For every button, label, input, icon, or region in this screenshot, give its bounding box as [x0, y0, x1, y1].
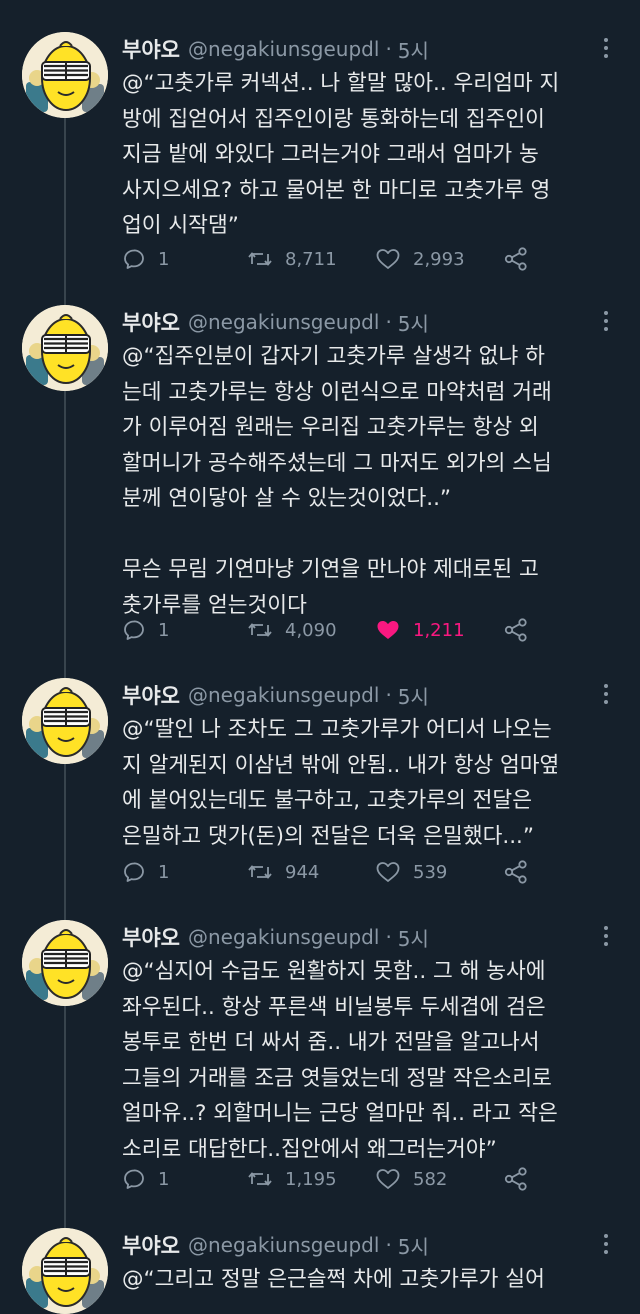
retweet-count: 944 — [285, 861, 320, 883]
reply-button[interactable]: 1 — [122, 860, 247, 884]
more-icon[interactable] — [596, 1230, 616, 1258]
reply-count: 1 — [158, 1168, 170, 1190]
reply-count: 1 — [158, 248, 170, 270]
heart-icon — [375, 247, 413, 271]
like-count: 2,993 — [413, 248, 465, 270]
retweet-count: 8,711 — [285, 248, 337, 270]
share-button[interactable] — [503, 859, 541, 885]
tweet-text: @“고춧가루 커넥션.. 나 할말 많아.. 우리엄마 지 방에 집얻어서 집주… — [122, 71, 560, 238]
reply-icon — [122, 1167, 158, 1191]
retweet-button[interactable]: 1,195 — [247, 1167, 375, 1191]
share-button[interactable] — [503, 617, 541, 643]
like-button[interactable]: 1,211 — [375, 618, 503, 642]
heart-icon — [375, 1167, 413, 1191]
action-bar: 1 8,711 2,993 — [122, 244, 541, 274]
tweet-header: 부야오 @negakiunsgeupdl · 5시 — [122, 1228, 618, 1262]
like-button[interactable]: 539 — [375, 860, 503, 884]
separator-dot: · — [385, 1233, 392, 1257]
reply-button[interactable]: 1 — [122, 618, 247, 642]
separator-dot: · — [385, 310, 392, 334]
retweet-icon — [247, 1167, 285, 1191]
share-button[interactable] — [503, 1166, 541, 1192]
reply-count: 1 — [158, 861, 170, 883]
avatar[interactable] — [22, 32, 108, 118]
like-count: 582 — [413, 1168, 448, 1190]
share-icon — [503, 1166, 541, 1192]
separator-dot: · — [385, 925, 392, 949]
action-bar: 1 4,090 1,211 — [122, 615, 541, 645]
display-name[interactable]: 부야오 — [122, 34, 180, 64]
separator-dot: · — [385, 37, 392, 61]
retweet-count: 4,090 — [285, 619, 337, 641]
retweet-icon — [247, 247, 285, 271]
retweet-icon — [247, 860, 285, 884]
like-button[interactable]: 582 — [375, 1167, 503, 1191]
reply-icon — [122, 618, 158, 642]
more-icon[interactable] — [596, 34, 616, 62]
like-count: 1,211 — [413, 619, 465, 641]
heart-icon — [375, 860, 413, 884]
tweet-text: @“집주인분이 갑자기 고춧가루 살생각 없냐 하 는데 고춧가루는 항상 이런… — [122, 344, 552, 618]
avatar[interactable] — [22, 678, 108, 764]
more-icon[interactable] — [596, 307, 616, 335]
separator-dot: · — [385, 683, 392, 707]
like-button[interactable]: 2,993 — [375, 247, 503, 271]
display-name[interactable]: 부야오 — [122, 922, 180, 952]
user-handle[interactable]: @negakiunsgeupdl — [188, 1233, 379, 1257]
share-icon — [503, 617, 541, 643]
share-icon — [503, 246, 541, 272]
reply-count: 1 — [158, 619, 170, 641]
retweet-button[interactable]: 4,090 — [247, 618, 375, 642]
display-name[interactable]: 부야오 — [122, 680, 180, 710]
action-bar: 1 1,195 582 — [122, 1164, 541, 1194]
timestamp[interactable]: 5시 — [398, 35, 429, 64]
display-name[interactable]: 부야오 — [122, 307, 180, 337]
tweet-header: 부야오 @negakiunsgeupdl · 5시 — [122, 305, 618, 339]
action-bar: 1 944 539 — [122, 857, 541, 887]
user-handle[interactable]: @negakiunsgeupdl — [188, 925, 379, 949]
tweet-header: 부야오 @negakiunsgeupdl · 5시 — [122, 32, 618, 66]
more-icon[interactable] — [596, 922, 616, 950]
display-name[interactable]: 부야오 — [122, 1230, 180, 1260]
tweet-header: 부야오 @negakiunsgeupdl · 5시 — [122, 678, 618, 712]
reply-icon — [122, 860, 158, 884]
tweet-text: @“딸인 나 조차도 그 고춧가루가 어디서 나오는 지 알게된지 이삼년 밖에… — [122, 717, 560, 849]
retweet-button[interactable]: 8,711 — [247, 247, 375, 271]
reply-button[interactable]: 1 — [122, 247, 247, 271]
timestamp[interactable]: 5시 — [398, 308, 429, 337]
avatar[interactable] — [22, 1228, 108, 1314]
tweet-text: @“심지어 수급도 원활하지 못함.. 그 해 농사에 좌우된다.. 항상 푸른… — [122, 959, 558, 1162]
share-button[interactable] — [503, 246, 541, 272]
avatar[interactable] — [22, 305, 108, 391]
timestamp[interactable]: 5시 — [398, 681, 429, 710]
user-handle[interactable]: @negakiunsgeupdl — [188, 310, 379, 334]
timestamp[interactable]: 5시 — [398, 923, 429, 952]
user-handle[interactable]: @negakiunsgeupdl — [188, 37, 379, 61]
share-icon — [503, 859, 541, 885]
avatar[interactable] — [22, 920, 108, 1006]
user-handle[interactable]: @negakiunsgeupdl — [188, 683, 379, 707]
more-icon[interactable] — [596, 680, 616, 708]
like-count: 539 — [413, 861, 448, 883]
reply-button[interactable]: 1 — [122, 1167, 247, 1191]
retweet-count: 1,195 — [285, 1168, 337, 1190]
tweet-header: 부야오 @negakiunsgeupdl · 5시 — [122, 920, 618, 954]
reply-icon — [122, 247, 158, 271]
timestamp[interactable]: 5시 — [398, 1231, 429, 1260]
retweet-icon — [247, 618, 285, 642]
retweet-button[interactable]: 944 — [247, 860, 375, 884]
heart-icon — [375, 618, 413, 642]
